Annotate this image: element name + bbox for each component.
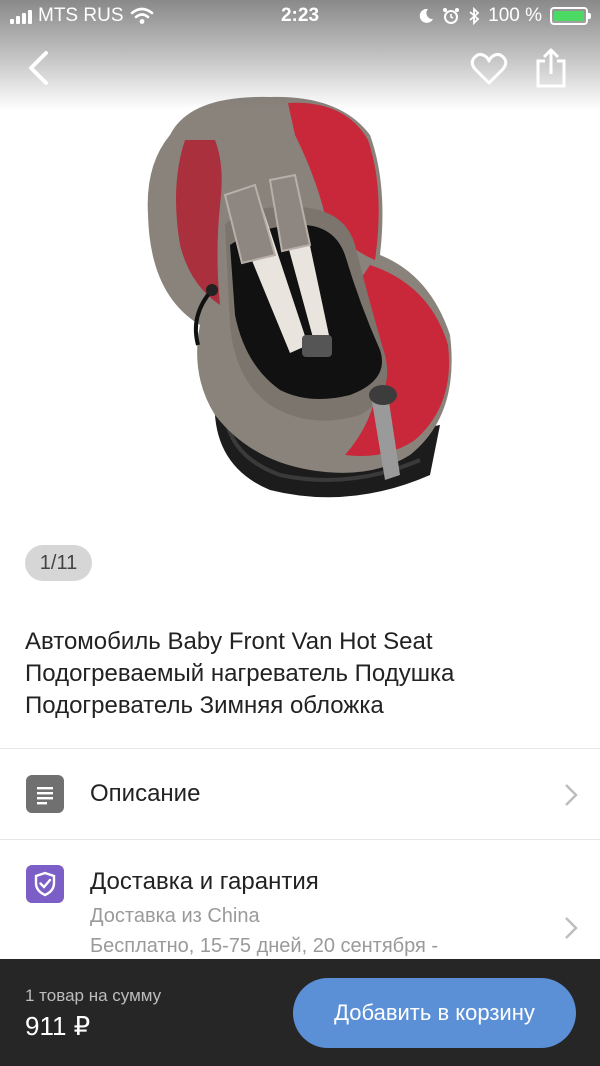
delivery-label: Доставка и гарантия (90, 868, 319, 895)
chevron-right-icon (565, 784, 578, 806)
heart-outline-icon (470, 52, 508, 85)
favorite-button[interactable] (468, 48, 510, 90)
delivery-origin: Доставка из China (90, 905, 260, 927)
back-button[interactable] (18, 48, 58, 88)
description-row[interactable]: Описание (0, 749, 600, 839)
gallery-counter: 1/11 (25, 545, 92, 581)
moon-icon (419, 8, 434, 23)
document-icon (26, 775, 64, 813)
product-image[interactable] (130, 95, 470, 515)
bluetooth-icon (469, 7, 480, 25)
share-button[interactable] (530, 46, 572, 90)
chevron-right-icon (565, 917, 578, 939)
chevron-left-icon (29, 51, 48, 85)
car-seat-illustration (147, 96, 452, 498)
add-to-cart-button[interactable]: Добавить в корзину (293, 978, 576, 1048)
bottom-bar: 1 товар на сумму 911 ₽ Добавить в корзин… (0, 959, 600, 1066)
delivery-row[interactable]: Доставка и гарантия Доставка из China Бе… (0, 840, 600, 960)
description-label: Описание (90, 780, 201, 807)
shield-check-glyph (34, 871, 56, 897)
battery-fill (554, 11, 584, 21)
battery-icon (550, 7, 591, 25)
share-icon (536, 48, 566, 88)
battery-percent: 100 % (488, 5, 542, 26)
cart-sum-label: 1 товар на сумму (25, 986, 162, 1005)
nav-bar (0, 40, 600, 96)
status-right: 100 % (418, 5, 591, 27)
shield-check-icon (26, 865, 64, 903)
delivery-terms: Бесплатно, 15-75 дней, 20 сентября - (90, 935, 439, 957)
alarm-icon (443, 8, 460, 24)
status-bar: MTS RUS 2:23 100 % (0, 0, 600, 34)
document-lines-glyph (37, 787, 53, 805)
product-title: Автомобиль Baby Front Van Hot Seat Подог… (25, 628, 455, 719)
cart-sum-price: 911 ₽ (25, 1011, 91, 1041)
